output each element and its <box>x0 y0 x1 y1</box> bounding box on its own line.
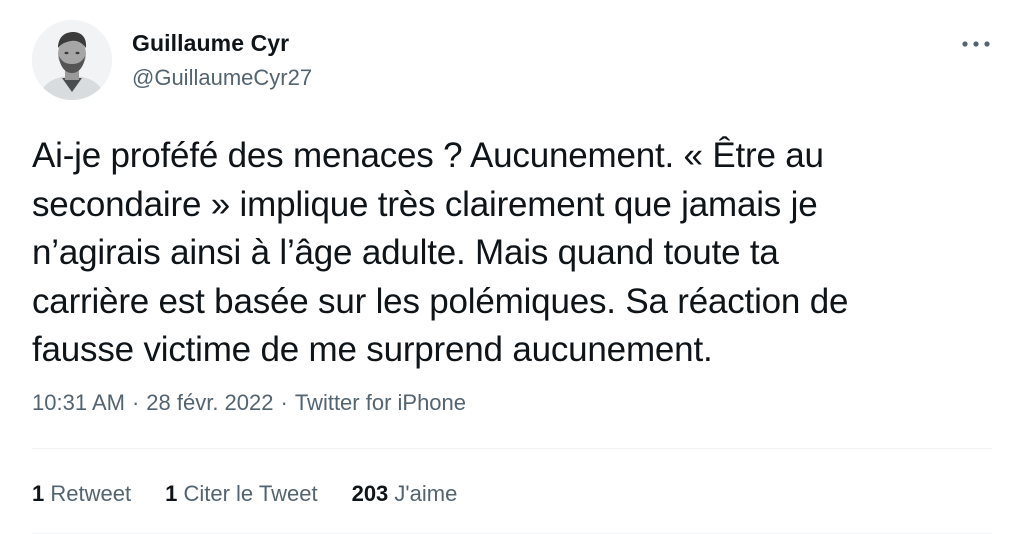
meta-separator: · <box>280 390 288 415</box>
tweet-source-link[interactable]: Twitter for iPhone <box>295 390 466 415</box>
quotes-stat[interactable]: 1 Citer le Tweet <box>165 478 317 510</box>
quotes-count: 1 <box>165 481 178 506</box>
retweets-label: Retweet <box>50 481 132 506</box>
meta-separator: · <box>131 390 140 415</box>
display-name[interactable]: Guillaume Cyr <box>132 28 289 58</box>
avatar[interactable] <box>32 20 112 100</box>
tweet-card: Guillaume Cyr @GuillaumeCyr27 Ai-je prof… <box>0 0 1018 534</box>
retweets-stat[interactable]: 1 Retweet <box>32 478 131 510</box>
retweets-count: 1 <box>32 481 45 506</box>
tweet-stats: 1 Retweet 1 Citer le Tweet 203 J'aime <box>32 478 491 510</box>
more-options-button[interactable] <box>954 28 998 60</box>
divider <box>32 448 992 449</box>
likes-stat[interactable]: 203 J'aime <box>352 478 458 510</box>
likes-label: J'aime <box>394 481 458 506</box>
quotes-label: Citer le Tweet <box>183 481 318 506</box>
username[interactable]: @GuillaumeCyr27 <box>132 63 312 93</box>
profile-photo-icon <box>32 20 112 100</box>
tweet-text: Ai-je proféfé des menaces ? Aucunement. … <box>32 136 849 369</box>
tweet-metadata: 10:31 AM · 28 févr. 2022 · Twitter for iPhon… <box>32 388 466 418</box>
tweet-time-link[interactable]: 10:31 AM <box>32 390 125 415</box>
tweet-date-link[interactable]: 28 févr. 2022 <box>146 390 273 415</box>
likes-count: 203 <box>351 481 389 506</box>
more-horizontal-icon <box>962 41 990 47</box>
